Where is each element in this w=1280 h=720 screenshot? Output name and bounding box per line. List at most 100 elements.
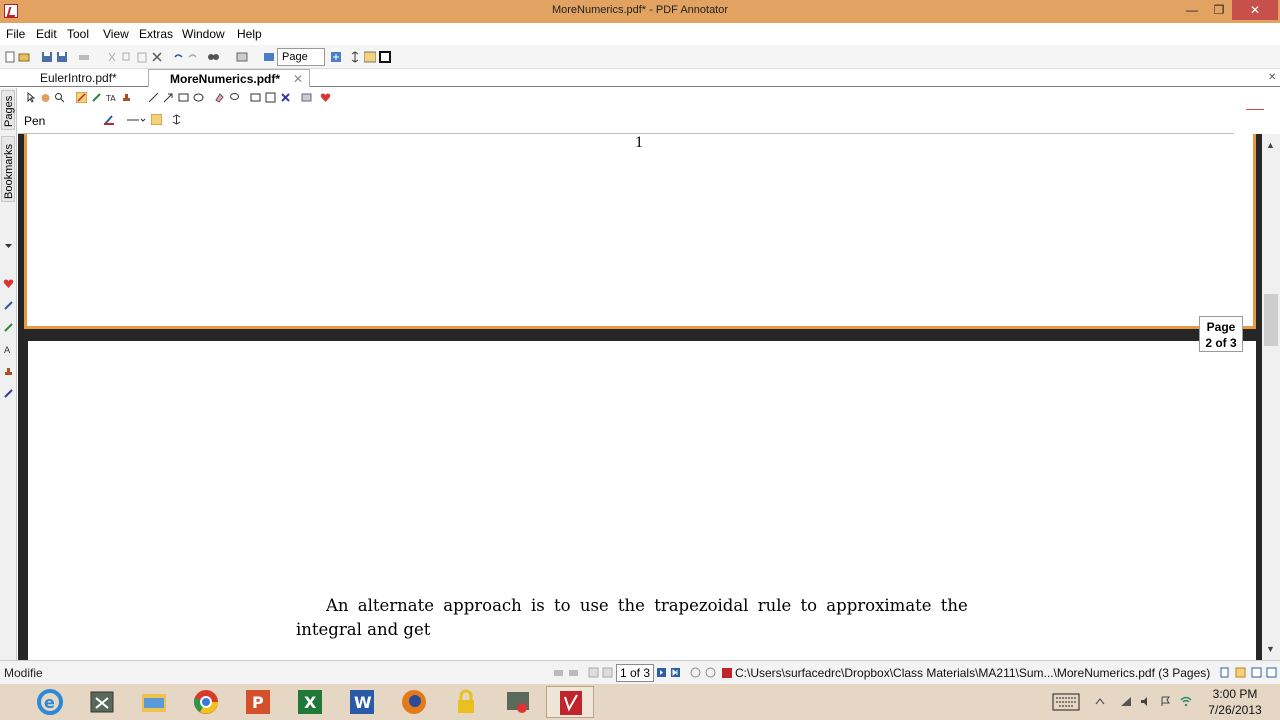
firefox-taskbar-button[interactable]: [390, 686, 438, 718]
vmware-taskbar-button[interactable]: [78, 686, 126, 718]
dropdown-arrow-icon[interactable]: [3, 240, 14, 251]
excel-taskbar-button[interactable]: X: [286, 686, 334, 718]
find-icon[interactable]: [207, 51, 219, 63]
fullscreen-icon[interactable]: [379, 51, 391, 63]
keyboard-icon[interactable]: [1052, 693, 1080, 711]
pen-tool-icon[interactable]: [76, 92, 87, 103]
line-width-icon[interactable]: [171, 114, 182, 125]
new-document-icon[interactable]: [4, 51, 16, 63]
page-1[interactable]: 1: [24, 134, 1256, 329]
screen-recorder-taskbar-button[interactable]: [494, 686, 542, 718]
zoom-in-icon[interactable]: [330, 51, 342, 63]
previous-page-icon[interactable]: [602, 667, 613, 678]
heart-icon[interactable]: [3, 278, 14, 289]
internet-explorer-taskbar-button[interactable]: e: [26, 686, 74, 718]
close-button[interactable]: ✕: [1232, 0, 1278, 20]
arrow-tool-icon[interactable]: [163, 92, 174, 103]
tab-eulerintro[interactable]: EulerIntro.pdf*: [18, 69, 148, 87]
text-tool-icon[interactable]: A: [3, 344, 14, 355]
menu-window[interactable]: Window: [182, 27, 225, 41]
menu-view[interactable]: View: [103, 27, 129, 41]
copy-icon[interactable]: [121, 51, 133, 63]
pen-color-icon[interactable]: [104, 114, 118, 125]
zoom-tool-icon[interactable]: [54, 92, 65, 103]
first-page-icon[interactable]: [588, 667, 599, 678]
taskbar-clock[interactable]: 3:00 PM 7/26/2013: [1200, 686, 1270, 718]
scroll-up-icon[interactable]: ▲: [1266, 140, 1275, 150]
print-icon[interactable]: [78, 51, 90, 63]
show-hidden-icons-icon[interactable]: [1094, 696, 1106, 707]
menu-tool[interactable]: Tool: [67, 27, 89, 41]
two-page-view-icon[interactable]: [1251, 667, 1262, 678]
fit-width-icon[interactable]: [263, 51, 275, 63]
save-all-icon[interactable]: [56, 51, 68, 63]
menu-edit[interactable]: Edit: [36, 27, 57, 41]
volume-icon[interactable]: [1140, 696, 1152, 707]
page-2[interactable]: An alternate approach is to use the trap…: [28, 341, 1256, 660]
options-icon[interactable]: [301, 92, 312, 103]
line-style-icon[interactable]: [126, 114, 146, 125]
select-arrow-icon[interactable]: [26, 92, 37, 103]
bookmarks-side-tab[interactable]: Bookmarks: [1, 136, 15, 202]
pen-green-icon[interactable]: [3, 322, 14, 333]
paste-icon[interactable]: [136, 51, 148, 63]
fit-width-arrows-icon[interactable]: [364, 51, 376, 63]
lasso-icon[interactable]: [229, 92, 240, 103]
rectangle-tool-icon[interactable]: [178, 92, 189, 103]
open-folder-icon[interactable]: [18, 51, 30, 63]
network-icon[interactable]: [1120, 696, 1132, 707]
save-icon[interactable]: [41, 51, 53, 63]
eraser-icon[interactable]: [214, 92, 225, 103]
file-explorer-taskbar-button[interactable]: [130, 686, 178, 718]
wifi-icon[interactable]: [1180, 696, 1192, 707]
vertical-scrollbar[interactable]: ▲ ▼: [1262, 134, 1280, 660]
print-page-icon[interactable]: [553, 667, 564, 678]
redo-icon[interactable]: [187, 51, 199, 63]
maximize-button[interactable]: ❐: [1206, 0, 1232, 20]
stamp-icon[interactable]: [3, 366, 14, 377]
hand-tool-icon[interactable]: [40, 92, 51, 103]
print-preview-icon[interactable]: [568, 667, 579, 678]
undo-icon[interactable]: [172, 51, 184, 63]
keepass-taskbar-button[interactable]: [442, 686, 490, 718]
document-view[interactable]: 1 An alternate approach is to use the tr…: [18, 134, 1262, 660]
chrome-taskbar-button[interactable]: [182, 686, 230, 718]
page-layout-icon[interactable]: [236, 51, 248, 63]
scroll-down-icon[interactable]: ▼: [1266, 644, 1275, 654]
powerpoint-taskbar-button[interactable]: P: [234, 686, 282, 718]
typewriter-icon[interactable]: TA: [106, 92, 117, 103]
fit-page-icon[interactable]: [349, 51, 361, 63]
pen-settings-icon[interactable]: [151, 114, 162, 125]
marker-icon[interactable]: [3, 388, 14, 399]
single-page-view-icon[interactable]: [1219, 667, 1230, 678]
scroll-thumb[interactable]: [1264, 294, 1278, 346]
continuous-view-icon[interactable]: [1235, 667, 1246, 678]
action-center-flag-icon[interactable]: [1160, 696, 1172, 707]
menu-file[interactable]: File: [6, 27, 25, 41]
pdf-annotator-taskbar-button[interactable]: [546, 686, 594, 718]
back-icon[interactable]: [690, 667, 701, 678]
forward-icon[interactable]: [705, 667, 716, 678]
page-number-field[interactable]: 1 of 3: [616, 664, 654, 682]
ellipse-tool-icon[interactable]: [193, 92, 204, 103]
next-page-icon[interactable]: [656, 667, 667, 678]
insert-page-icon[interactable]: [250, 92, 261, 103]
insert-text-icon[interactable]: [265, 92, 276, 103]
close-document-icon[interactable]: ✕: [1268, 72, 1276, 83]
minimize-button[interactable]: —: [1178, 0, 1206, 20]
highlighter-icon[interactable]: [91, 92, 102, 103]
pages-side-tab[interactable]: Pages: [1, 90, 15, 130]
stamp-tool-icon[interactable]: [121, 92, 132, 103]
word-taskbar-button[interactable]: W: [338, 686, 386, 718]
line-tool-icon[interactable]: [148, 92, 159, 103]
tab-morenumerics[interactable]: MoreNumerics.pdf* ✕: [148, 69, 310, 87]
favorites-heart-icon[interactable]: [320, 92, 331, 103]
menu-help[interactable]: Help: [237, 27, 262, 41]
menu-extras[interactable]: Extras: [139, 27, 173, 41]
zoom-page-dropdown[interactable]: Page: [277, 48, 325, 66]
facing-view-icon[interactable]: [1266, 667, 1277, 678]
cut-icon[interactable]: [106, 51, 118, 63]
pen-blue-icon[interactable]: [3, 300, 14, 311]
mark-icon[interactable]: [280, 92, 291, 103]
last-page-icon[interactable]: [670, 667, 681, 678]
